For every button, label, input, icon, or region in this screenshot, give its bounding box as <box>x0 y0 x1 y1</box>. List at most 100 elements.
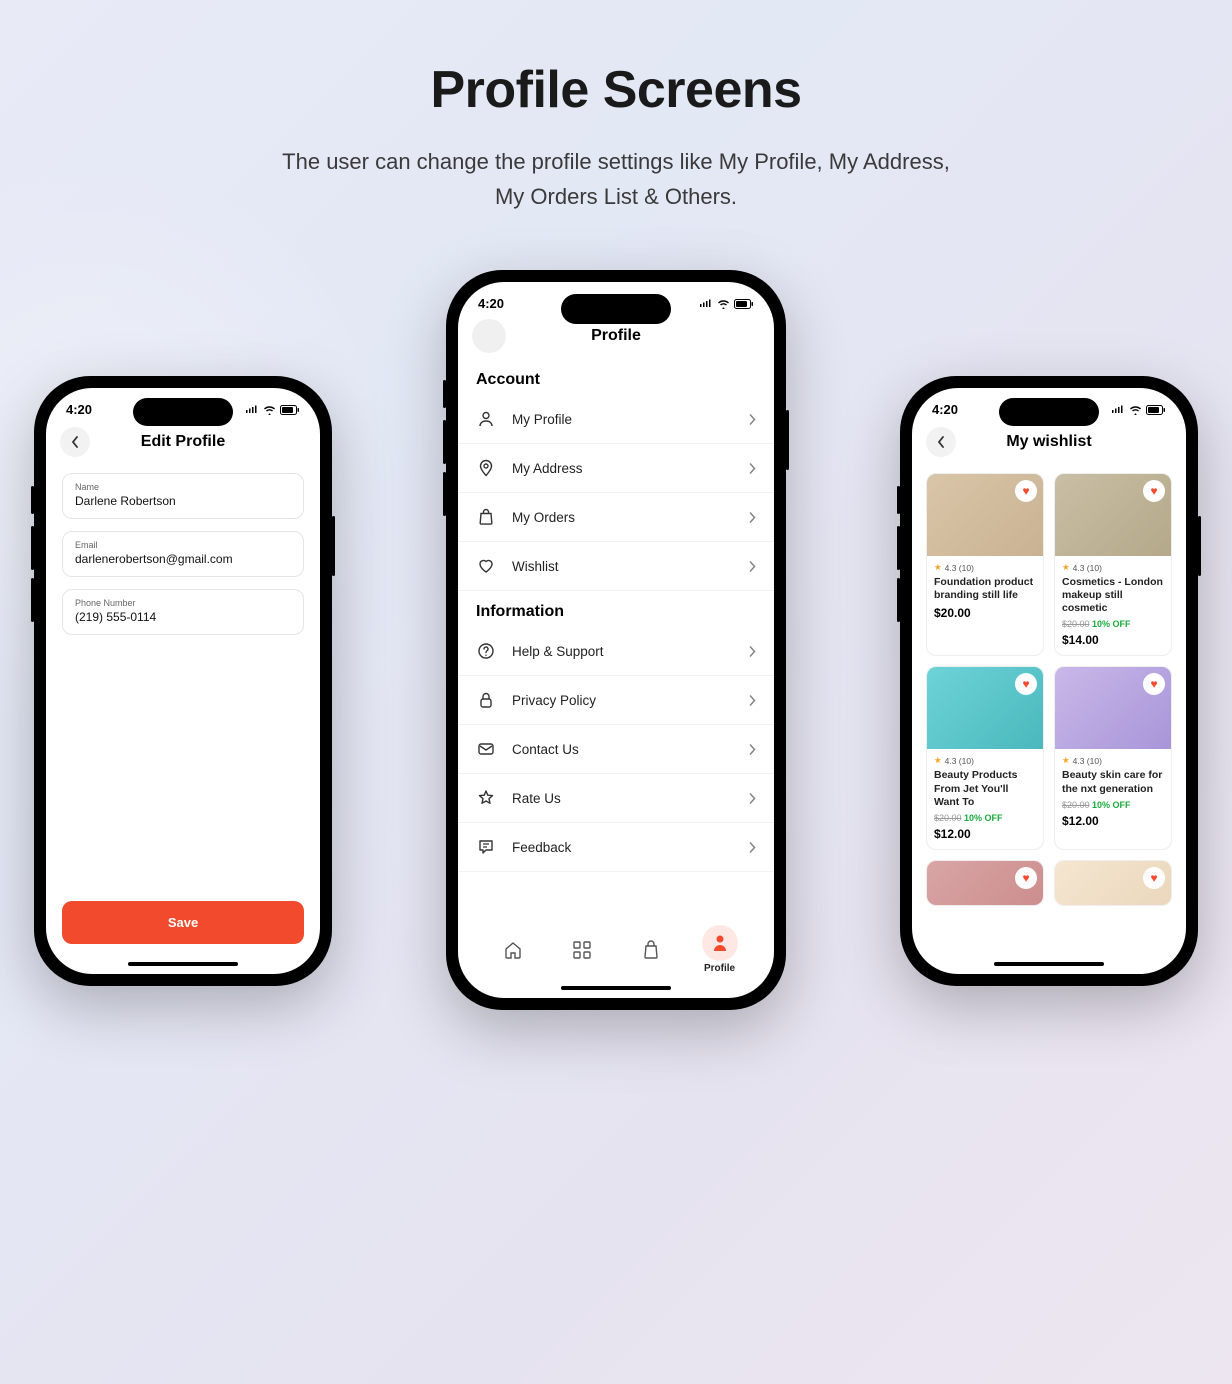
wishlist-heart-icon[interactable]: ♥ <box>1143 480 1165 502</box>
page-subtitle: The user can change the profile settings… <box>266 144 966 214</box>
menu-row-wishlist[interactable]: Wishlist <box>458 542 774 591</box>
chevron-right-icon <box>749 842 756 853</box>
old-price: $20.00 <box>1062 619 1090 629</box>
page-title: Profile Screens <box>0 60 1232 120</box>
wishlist-heart-icon[interactable]: ♥ <box>1143 867 1165 889</box>
field-label: Email <box>75 540 291 550</box>
section-heading: Information <box>458 591 774 627</box>
status-icons <box>1111 405 1166 415</box>
bottom-nav: Profile <box>458 915 774 974</box>
menu-row-my-orders[interactable]: My Orders <box>458 493 774 542</box>
field-value: (219) 555-0114 <box>75 610 291 624</box>
home-icon <box>503 940 523 960</box>
screen-title: Profile <box>591 327 641 345</box>
nav-categories[interactable] <box>564 932 600 968</box>
nav-profile[interactable]: Profile <box>702 925 738 974</box>
wishlist-heart-icon[interactable]: ♥ <box>1015 867 1037 889</box>
price: $20.00 <box>934 606 1036 620</box>
menu-row-my-profile[interactable]: My Profile <box>458 395 774 444</box>
wishlist-heart-icon[interactable]: ♥ <box>1015 480 1037 502</box>
rating: ★4.3 (10) <box>1062 755 1164 766</box>
product-card[interactable]: ♥ ★4.3 (10) Beauty Products From Jet You… <box>926 666 1044 849</box>
nav-home[interactable] <box>495 932 531 968</box>
product-title: Beauty skin care for the nxt generation <box>1062 769 1164 795</box>
back-button[interactable] <box>60 427 90 457</box>
row-label: Privacy Policy <box>512 693 749 708</box>
price: $14.00 <box>1062 633 1164 647</box>
row-label: My Profile <box>512 412 749 427</box>
grid-icon <box>573 941 591 959</box>
menu-row-rate-us[interactable]: Rate Us <box>458 774 774 823</box>
menu-row-help-support[interactable]: Help & Support <box>458 627 774 676</box>
row-label: My Address <box>512 461 749 476</box>
product-card[interactable]: ♥ ★4.3 (10) Cosmetics - London makeup st… <box>1054 473 1172 656</box>
row-label: Wishlist <box>512 559 749 574</box>
product-card[interactable]: ♥ ★4.3 (10) Foundation product branding … <box>926 473 1044 656</box>
rating: ★4.3 (10) <box>934 562 1036 573</box>
old-price: $20.00 <box>934 813 962 823</box>
field-label: Name <box>75 482 291 492</box>
menu-row-contact-us[interactable]: Contact Us <box>458 725 774 774</box>
status-time: 4:20 <box>932 402 958 417</box>
phone-wishlist: 4:20 My wishlist ♥ ★4.3 (10) Foundation … <box>900 376 1198 986</box>
screen-title: My wishlist <box>1006 433 1091 451</box>
menu-row-my-address[interactable]: My Address <box>458 444 774 493</box>
row-label: Feedback <box>512 840 749 855</box>
phone-edit-profile: 4:20 Edit Profile Name Darlene Robertson <box>34 376 332 986</box>
feedback-icon <box>476 837 496 857</box>
email-field[interactable]: Email darlenerobertson@gmail.com <box>62 531 304 577</box>
row-label: Contact Us <box>512 742 749 757</box>
product-card[interactable]: ♥ <box>1054 860 1172 906</box>
product-title: Foundation product branding still life <box>934 576 1036 602</box>
chevron-right-icon <box>749 463 756 474</box>
product-card[interactable]: ♥ <box>926 860 1044 906</box>
nav-label: Profile <box>704 963 735 974</box>
user-icon <box>476 409 496 429</box>
status-time: 4:20 <box>66 402 92 417</box>
status-icons <box>699 299 754 309</box>
chevron-right-icon <box>749 512 756 523</box>
avatar[interactable] <box>472 319 506 353</box>
discount: 10% OFF <box>964 813 1003 823</box>
product-card[interactable]: ♥ ★4.3 (10) Beauty skin care for the nxt… <box>1054 666 1172 849</box>
user-icon <box>712 934 728 952</box>
mail-icon <box>476 739 496 759</box>
back-button[interactable] <box>926 427 956 457</box>
star-icon <box>476 788 496 808</box>
chevron-right-icon <box>749 695 756 706</box>
save-button[interactable]: Save <box>62 901 304 944</box>
lock-icon <box>476 690 496 710</box>
phone-field[interactable]: Phone Number (219) 555-0114 <box>62 589 304 635</box>
rating: ★4.3 (10) <box>1062 562 1164 573</box>
bag-icon <box>476 507 496 527</box>
section-heading: Account <box>458 359 774 395</box>
row-label: Rate Us <box>512 791 749 806</box>
screen-title: Edit Profile <box>141 433 225 451</box>
row-label: Help & Support <box>512 644 749 659</box>
chevron-right-icon <box>749 793 756 804</box>
discount: 10% OFF <box>1092 619 1131 629</box>
discount: 10% OFF <box>1092 800 1131 810</box>
status-icons <box>245 405 300 415</box>
nav-cart[interactable] <box>633 932 669 968</box>
menu-row-feedback[interactable]: Feedback <box>458 823 774 872</box>
menu-row-privacy-policy[interactable]: Privacy Policy <box>458 676 774 725</box>
chevron-left-icon <box>71 436 79 448</box>
status-time: 4:20 <box>478 296 504 311</box>
bag-icon <box>642 940 660 960</box>
field-value: darlenerobertson@gmail.com <box>75 552 291 566</box>
product-title: Beauty Products From Jet You'll Want To <box>934 769 1036 808</box>
heart-icon <box>476 556 496 576</box>
field-value: Darlene Robertson <box>75 494 291 508</box>
price: $12.00 <box>1062 814 1164 828</box>
product-title: Cosmetics - London makeup still cosmetic <box>1062 576 1164 615</box>
name-field[interactable]: Name Darlene Robertson <box>62 473 304 519</box>
location-icon <box>476 458 496 478</box>
chevron-right-icon <box>749 414 756 425</box>
phone-profile: 4:20 Profile Account My Profile My Addre… <box>446 270 786 1010</box>
chevron-left-icon <box>937 436 945 448</box>
chevron-right-icon <box>749 744 756 755</box>
chevron-right-icon <box>749 646 756 657</box>
old-price: $20.00 <box>1062 800 1090 810</box>
rating: ★4.3 (10) <box>934 755 1036 766</box>
